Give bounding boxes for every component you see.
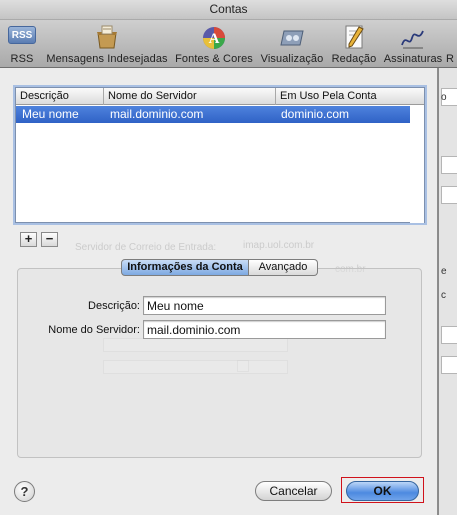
background-field xyxy=(441,326,457,344)
toolbar-item-junk-mail[interactable]: Mensagens Indesejadas xyxy=(44,20,170,68)
toolbar-item-signatures[interactable]: Assinaturas xyxy=(382,20,444,68)
ghost-server-value: imap.uol.com.br xyxy=(243,240,315,251)
background-window-edge: o e c xyxy=(438,68,457,515)
preferences-toolbar: RSS RSS Mensagens Indesejadas A Fontes &… xyxy=(0,20,457,68)
description-field[interactable] xyxy=(143,296,386,315)
toolbar-label-rss: RSS xyxy=(10,53,34,65)
toolbar-label-fonts-colors: Fontes & Cores xyxy=(175,53,253,65)
accounts-sheet: Servidor de Correio de Entrada: imap.uol… xyxy=(0,68,438,515)
composing-icon xyxy=(345,25,364,49)
rss-icon: RSS xyxy=(8,26,36,44)
cell-description: Meu nome xyxy=(22,107,79,121)
background-label: c xyxy=(441,290,446,301)
ghost-server-label: Servidor de Correio de Entrada: xyxy=(75,242,217,253)
table-header: Descrição Nome do Servidor Em Uso Pela C… xyxy=(16,88,424,105)
server-name-label: Nome do Servidor: xyxy=(48,324,140,336)
svg-text:A: A xyxy=(209,31,220,47)
fonts-colors-icon: A xyxy=(203,27,225,49)
toolbar-item-rss[interactable]: RSS RSS xyxy=(2,20,42,68)
toolbar-label-viewing: Visualização xyxy=(260,53,324,65)
background-field xyxy=(441,186,457,204)
background-field xyxy=(441,156,457,174)
column-header-account[interactable]: Em Uso Pela Conta xyxy=(276,88,424,105)
server-name-field[interactable] xyxy=(143,320,386,339)
window-titlebar: Contas xyxy=(0,0,457,20)
toolbar-item-rules[interactable]: R xyxy=(446,20,457,68)
accounts-table[interactable]: Descrição Nome do Servidor Em Uso Pela C… xyxy=(15,87,425,223)
viewing-icon xyxy=(280,30,304,46)
toolbar-item-fonts-colors[interactable]: A Fontes & Cores xyxy=(172,20,256,68)
description-label: Descrição: xyxy=(88,300,140,312)
junk-mail-icon xyxy=(97,25,117,49)
remove-account-button[interactable]: − xyxy=(41,232,58,247)
signatures-icon xyxy=(401,30,424,49)
column-header-server[interactable]: Nome do Servidor xyxy=(104,88,276,105)
ok-button[interactable]: OK xyxy=(346,481,419,501)
background-field xyxy=(441,356,457,374)
toolbar-item-viewing[interactable]: Visualização xyxy=(259,20,325,68)
table-scrollbar[interactable] xyxy=(410,106,424,223)
help-button[interactable]: ? xyxy=(14,481,35,502)
background-label: o xyxy=(441,92,447,103)
toolbar-label-rules: R xyxy=(446,53,455,65)
cell-account: dominio.com xyxy=(281,107,350,121)
cancel-button[interactable]: Cancelar xyxy=(255,481,332,501)
tab-account-information[interactable]: Informações da Conta xyxy=(121,259,249,276)
window-title: Contas xyxy=(209,2,248,16)
cell-server: mail.dominio.com xyxy=(110,107,204,121)
toolbar-label-junk-mail: Mensagens Indesejadas xyxy=(46,53,168,65)
add-account-button[interactable]: + xyxy=(20,232,37,247)
table-row[interactable]: Meu nome mail.dominio.com dominio.com xyxy=(16,106,424,123)
column-header-description[interactable]: Descrição xyxy=(16,88,104,105)
background-label: e xyxy=(441,266,447,277)
toolbar-label-signatures: Assinaturas xyxy=(383,53,443,65)
tab-advanced[interactable]: Avançado xyxy=(249,259,318,276)
toolbar-item-composing[interactable]: Redação xyxy=(328,20,380,68)
toolbar-label-composing: Redação xyxy=(331,53,377,65)
